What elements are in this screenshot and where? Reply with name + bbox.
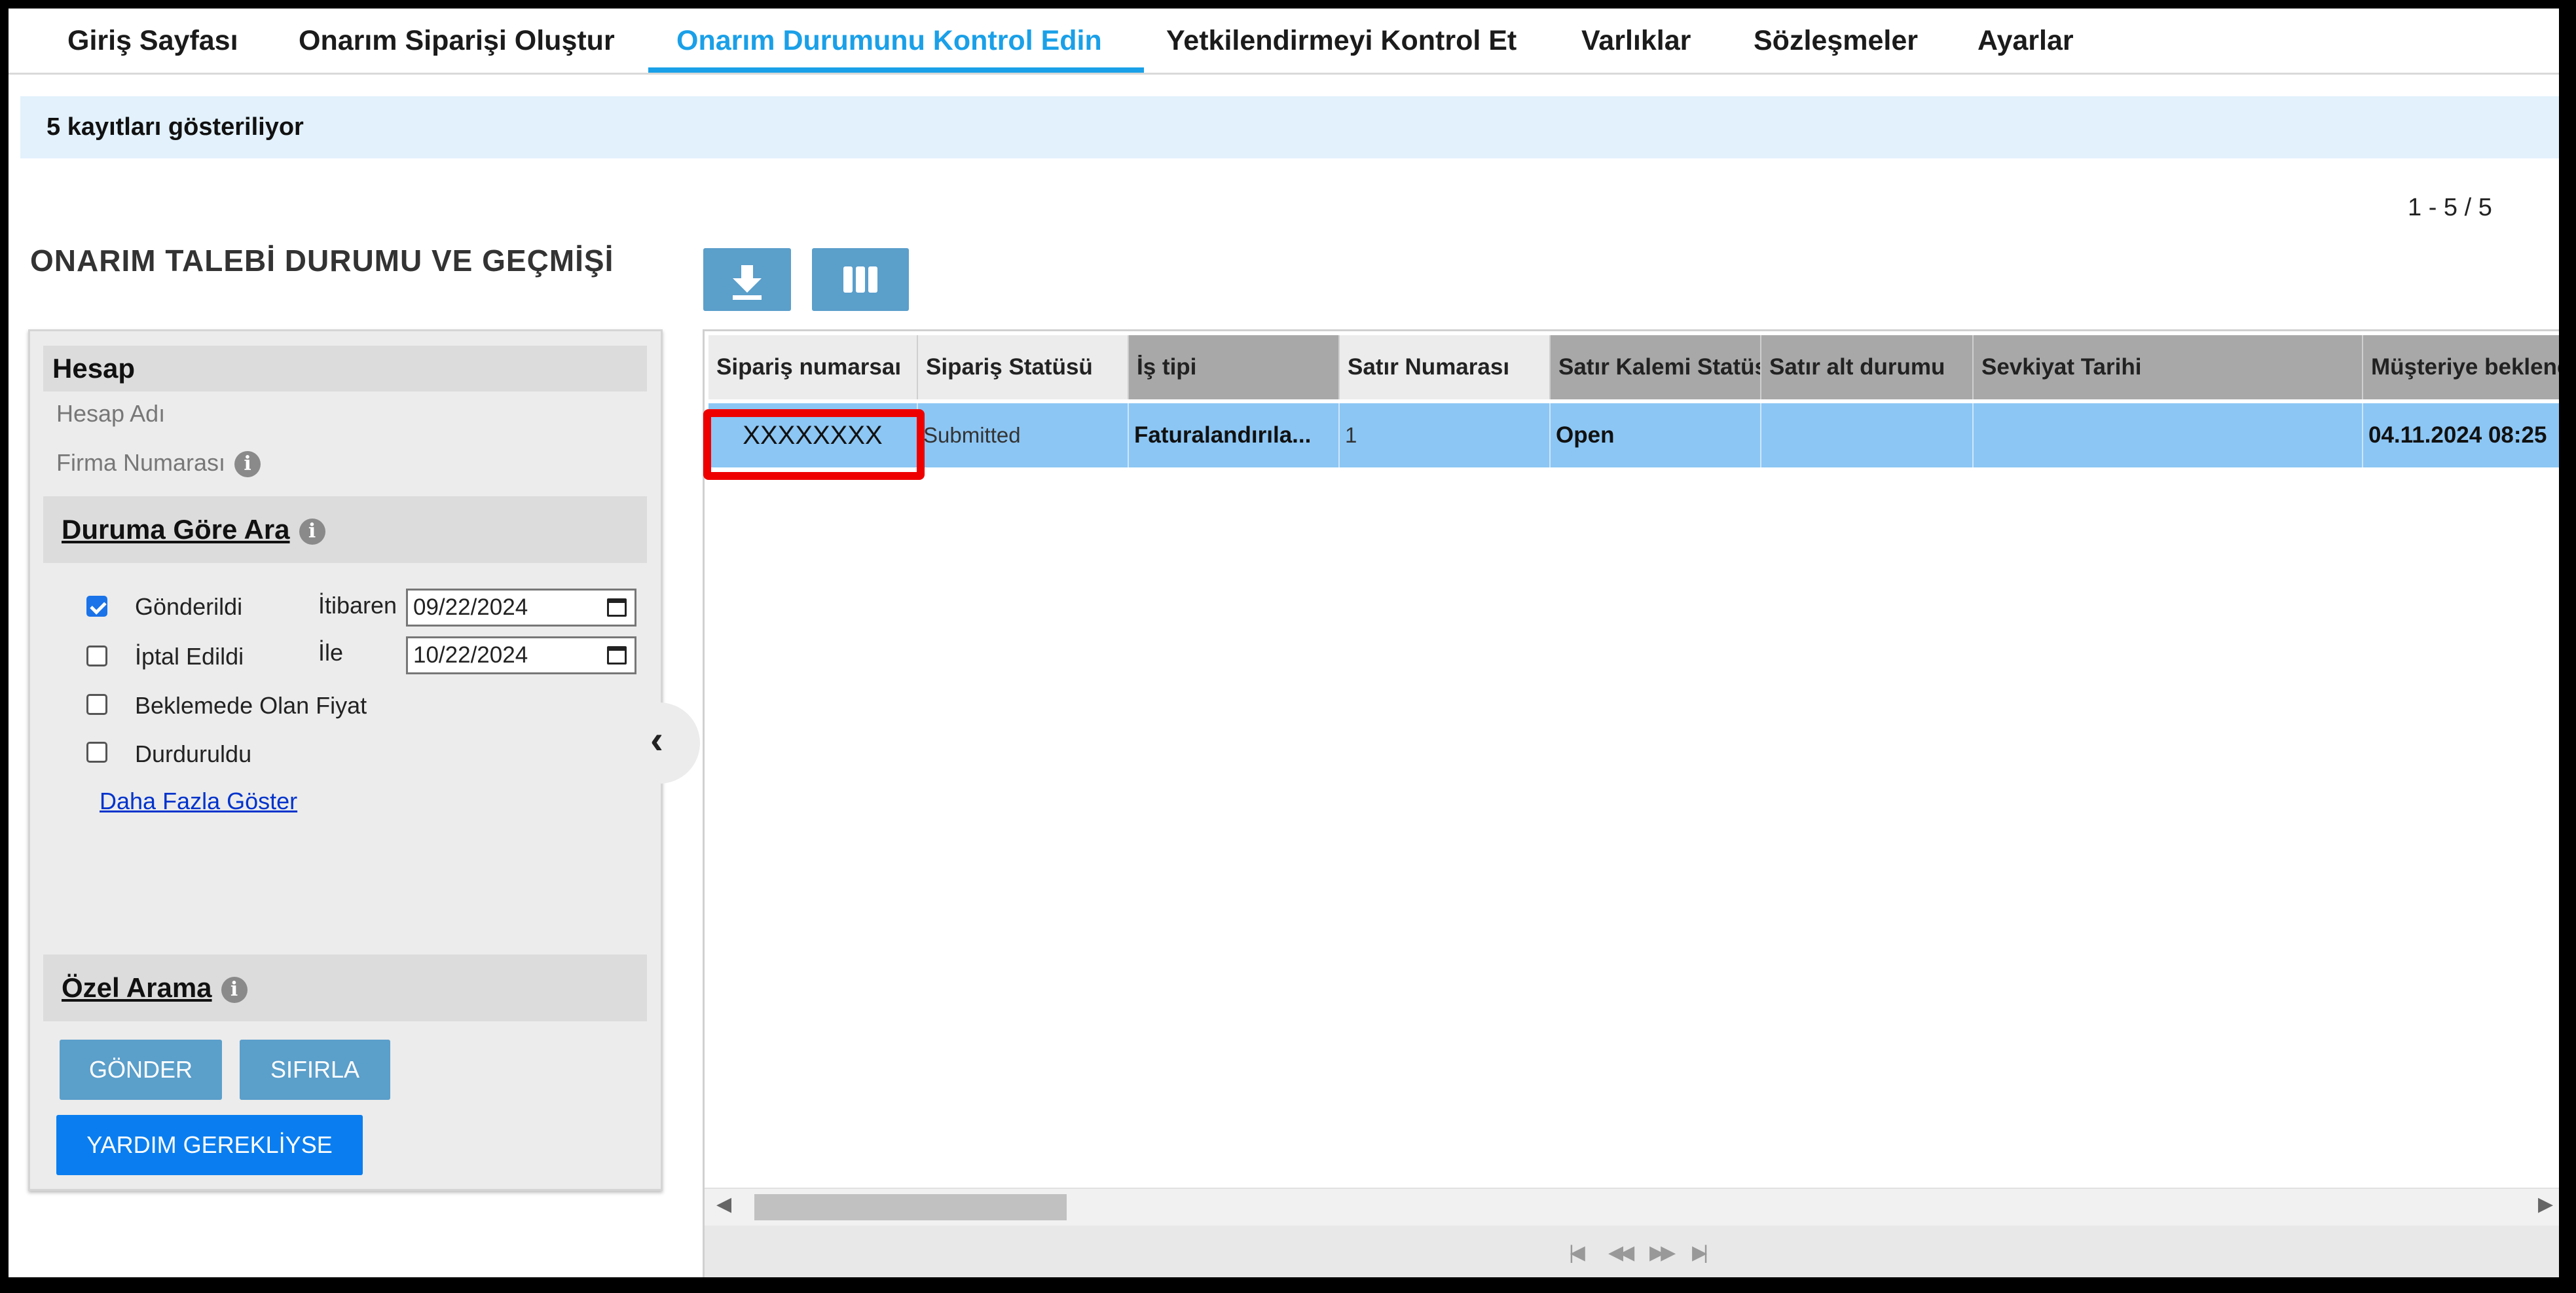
horizontal-scrollbar[interactable]: ◀ ▶ [705, 1188, 2559, 1226]
account-section-header: Hesap [43, 346, 647, 392]
results-grid: Sipariş numarsaı Sipariş Statüsü İş tipi… [703, 329, 2559, 1277]
grid-pager: |◀ ◀◀ ▶▶ ▶| [705, 1226, 2559, 1277]
custom-search-title[interactable]: Özel Arama i [62, 955, 248, 1021]
firm-number-label: Firma Numarası i [56, 449, 261, 478]
submit-button[interactable]: GÖNDER [60, 1040, 222, 1100]
col-header-order-status[interactable]: Sipariş Statüsü [918, 335, 1129, 399]
scrollbar-thumb[interactable] [754, 1194, 1067, 1220]
page-title: ONARIM TALEBİ DURUMU VE GEÇMİŞİ [30, 244, 614, 278]
account-name-label: Hesap Adı [56, 400, 166, 427]
from-label: İtibaren [318, 592, 397, 619]
info-icon[interactable]: i [221, 976, 248, 1003]
info-icon[interactable]: i [299, 518, 325, 545]
order-number-highlight [703, 409, 925, 480]
label-cancelled: İptal Edildi [135, 643, 244, 670]
cell-expected-date: 04.11.2024 08:25 [2363, 403, 2559, 467]
calendar-icon[interactable] [607, 598, 627, 617]
col-header-expected-date[interactable]: Müşteriye beklenen [2363, 335, 2559, 399]
show-more-link[interactable]: Daha Fazla Göster [100, 788, 297, 815]
cell-line-status: Open [1551, 403, 1761, 467]
cell-line-number: 1 [1340, 403, 1551, 467]
reset-button[interactable]: SIFIRLA [240, 1040, 390, 1100]
cell-order-status: Submitted [918, 403, 1129, 467]
custom-search-header: Özel Arama i [43, 955, 647, 1021]
col-header-job-type[interactable]: İş tipi [1129, 335, 1340, 399]
records-count-text: 5 kayıtları gösteriliyor [46, 113, 304, 141]
tab-settings[interactable]: Ayarlar [1978, 9, 2074, 73]
pager-range: 1 - 5 / 5 [2408, 194, 2492, 221]
cell-ship-date [1974, 403, 2363, 467]
label-pending-price: Beklemede Olan Fiyat [135, 692, 367, 719]
tab-home[interactable]: Giriş Sayfası [67, 9, 238, 73]
scroll-left-icon[interactable]: ◀ [716, 1193, 731, 1216]
download-icon [733, 265, 762, 300]
label-submitted: Gönderildi [135, 593, 243, 620]
info-icon[interactable]: i [234, 451, 261, 478]
col-header-ship-date[interactable]: Sevkiyat Tarihi [1974, 335, 2363, 399]
checkbox-submitted[interactable] [86, 596, 107, 617]
help-button[interactable]: YARDIM GEREKLİYSE [56, 1115, 363, 1175]
from-date-input[interactable]: 09/22/2024 [406, 589, 636, 627]
firm-number-text: Firma Numarası [56, 449, 226, 476]
from-date-value: 09/22/2024 [413, 594, 528, 620]
download-button[interactable] [703, 248, 791, 311]
custom-search-title-text[interactable]: Özel Arama [62, 972, 212, 1003]
col-header-line-number[interactable]: Satır Numarası [1340, 335, 1551, 399]
table-row[interactable]: XXXXXXXX Submitted Faturalandırıla... 1 … [708, 403, 2559, 467]
to-date-value: 10/22/2024 [413, 642, 528, 668]
status-search-header: Duruma Göre Ara i [43, 496, 647, 563]
filter-panel: Hesap Hesap Adı Firma Numarası i Duruma G… [28, 329, 663, 1191]
status-search-title[interactable]: Duruma Göre Ara i [62, 496, 325, 563]
col-header-line-sub-status[interactable]: Satır alt durumu [1761, 335, 1974, 399]
status-search-title-text[interactable]: Duruma Göre Ara [62, 514, 290, 545]
scroll-right-icon[interactable]: ▶ [2538, 1193, 2553, 1216]
label-stopped: Durduruldu [135, 740, 252, 767]
checkbox-pending-price[interactable] [86, 694, 107, 715]
tab-contracts[interactable]: Sözleşmeler [1754, 9, 1918, 73]
checkbox-cancelled[interactable] [86, 646, 107, 666]
last-page-icon[interactable]: ▶| [1692, 1241, 1708, 1264]
cell-job-type: Faturalandırıla... [1129, 403, 1340, 467]
to-date-input[interactable]: 10/22/2024 [406, 636, 636, 674]
tab-assets[interactable]: Varlıklar [1581, 9, 1691, 73]
col-header-order-number[interactable]: Sipariş numarsaı [708, 335, 918, 399]
columns-icon [843, 266, 877, 293]
to-label: İle [318, 639, 344, 666]
cell-line-sub-status [1761, 403, 1974, 467]
next-page-icon[interactable]: ▶▶ [1649, 1241, 1676, 1264]
records-banner: 5 kayıtları gösteriliyor [20, 96, 2559, 158]
tab-create-repair-order[interactable]: Onarım Siparişi Oluştur [299, 9, 615, 73]
app-window: Giriş Sayfası Onarım Siparişi Oluştur On… [9, 9, 2559, 1277]
active-tab-indicator [648, 67, 1144, 73]
col-header-line-item-status[interactable]: Satır Kalemi Statüsü [1551, 335, 1761, 399]
prev-page-icon[interactable]: ◀◀ [1608, 1241, 1634, 1264]
chevron-left-icon: ‹ [650, 718, 663, 761]
tab-check-repair-status[interactable]: Onarım Durumunu Kontrol Edin [676, 9, 1102, 73]
first-page-icon[interactable]: |◀ [1569, 1241, 1585, 1264]
account-title: Hesap [52, 353, 136, 384]
top-nav: Giriş Sayfası Onarım Siparişi Oluştur On… [9, 9, 2559, 75]
collapse-panel-button[interactable]: ‹ [637, 702, 700, 784]
calendar-icon[interactable] [607, 646, 627, 665]
columns-button[interactable] [812, 248, 909, 311]
tab-check-authorization[interactable]: Yetkilendirmeyi Kontrol Et [1166, 9, 1517, 73]
checkbox-stopped[interactable] [86, 742, 107, 763]
